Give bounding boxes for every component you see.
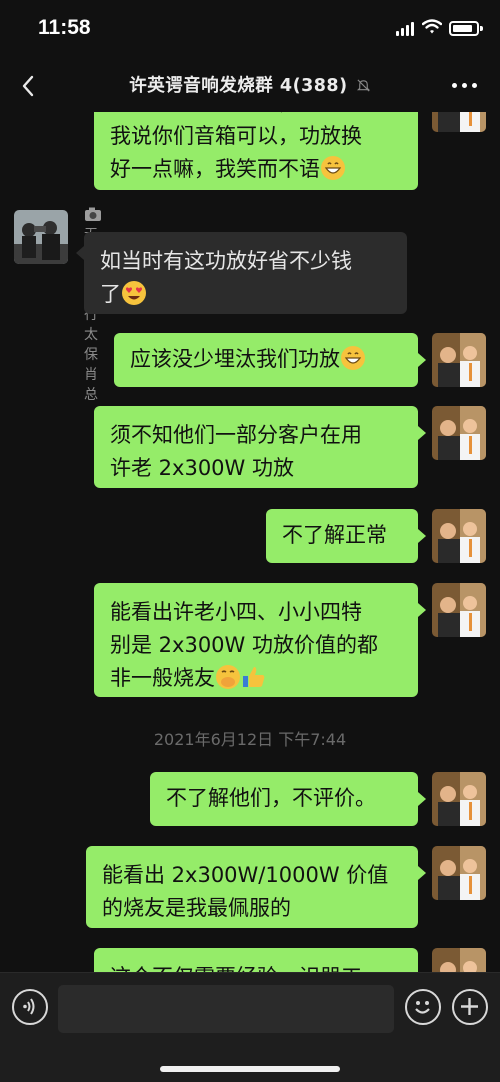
message-line: 我说你们音箱可以，功放换 bbox=[110, 124, 362, 148]
status-bar: 11:58 bbox=[0, 0, 500, 60]
message-timestamp: 2021年6月12日 下午7:44 bbox=[153, 730, 347, 749]
message-bubble[interactable]: 不了解他们，不评价。 bbox=[150, 772, 418, 826]
thumbs-up-icon bbox=[243, 667, 265, 687]
message-line: 许老 2x300W 功放 bbox=[110, 456, 294, 480]
message-bubble[interactable]: 能看出 2x300W/1000W 价值 的烧友是我最佩服的 bbox=[86, 846, 418, 928]
message-bubble[interactable]: 这个不仅需要经验，识器工 bbox=[94, 948, 418, 972]
message-input[interactable] bbox=[58, 985, 394, 1033]
message-line: 别是 2x300W 功放价值的都 bbox=[110, 633, 378, 657]
emoji-icon bbox=[415, 1001, 430, 1014]
self-avatar[interactable] bbox=[432, 846, 486, 900]
message-line: 应该没少埋汰我们功放 bbox=[130, 347, 340, 371]
message-line: 的烧友是我最佩服的 bbox=[102, 896, 291, 920]
message-bubble[interactable]: 许大多很高兴大走，也被跟 我说你们音箱可以，功放换 好一点嘛，我笑而不语 bbox=[94, 112, 418, 190]
self-avatar[interactable] bbox=[432, 583, 486, 637]
message-line: 好一点嘛，我笑而不语 bbox=[110, 157, 320, 181]
self-avatar[interactable] bbox=[432, 333, 486, 387]
message-line: 这个不仅需要经验，识器工 bbox=[110, 961, 402, 972]
bubble-tail bbox=[418, 529, 426, 543]
message-line: 了 bbox=[100, 282, 121, 306]
battery-icon bbox=[449, 21, 483, 36]
voice-icon bbox=[23, 998, 35, 1015]
home-indicator bbox=[160, 1066, 340, 1072]
grinning-face-icon bbox=[341, 346, 365, 370]
chat-header: 许英谔音响发烧群 4(388) bbox=[0, 60, 500, 112]
message-line: 不了解正常 bbox=[282, 523, 387, 547]
message-line: 不了解他们，不评价。 bbox=[166, 786, 376, 810]
sender-avatar[interactable] bbox=[14, 210, 68, 264]
plus-button[interactable] bbox=[452, 989, 488, 1025]
wifi-icon bbox=[422, 19, 442, 34]
chat-title-wrap[interactable]: 许英谔音响发烧群 4(388) bbox=[0, 72, 500, 97]
message-list[interactable]: 许大多很高兴大走，也被跟 我说你们音箱可以，功放换 好一点嘛，我笑而不语 无相机… bbox=[0, 112, 500, 972]
more-icon[interactable] bbox=[452, 83, 478, 89]
grinning-face-icon bbox=[321, 156, 345, 180]
message-bubble[interactable]: 如当时有这功放好省不少钱 了 bbox=[84, 232, 407, 314]
voice-button[interactable] bbox=[12, 989, 48, 1025]
self-avatar[interactable] bbox=[432, 112, 486, 132]
message-bubble[interactable]: 不了解正常 bbox=[266, 509, 418, 563]
heart-eyes-face-icon bbox=[122, 281, 146, 305]
message-bubble[interactable]: 须不知他们一部分客户在用 许老 2x300W 功放 bbox=[94, 406, 418, 488]
self-avatar[interactable] bbox=[432, 509, 486, 563]
mute-icon bbox=[356, 78, 370, 92]
cellular-signal-icon bbox=[396, 22, 416, 36]
self-avatar[interactable] bbox=[432, 772, 486, 826]
bubble-tail bbox=[418, 792, 426, 806]
status-time: 11:58 bbox=[38, 16, 91, 39]
bubble-tail bbox=[418, 603, 426, 617]
bubble-tail bbox=[418, 426, 426, 440]
message-line: 许大多很高兴大走，也被跟 bbox=[110, 112, 402, 120]
hand-over-mouth-icon bbox=[216, 665, 240, 689]
chat-title: 许英谔音响发烧群 4(388) bbox=[129, 76, 348, 96]
message-line: 如当时有这功放好省不少钱 bbox=[100, 249, 352, 273]
bubble-tail bbox=[418, 353, 426, 367]
bubble-tail bbox=[418, 866, 426, 880]
message-bubble[interactable]: 应该没少埋汰我们功放 bbox=[114, 333, 418, 387]
message-line: 非一般烧友 bbox=[110, 666, 215, 690]
bubble-tail bbox=[76, 246, 84, 260]
emoji-button[interactable] bbox=[405, 989, 441, 1025]
message-line: 须不知他们一部分客户在用 bbox=[110, 423, 362, 447]
message-line: 能看出 2x300W/1000W 价值 bbox=[102, 863, 389, 887]
message-line: 能看出许老小四、小小四特 bbox=[110, 600, 362, 624]
self-avatar[interactable] bbox=[432, 948, 486, 972]
plus-icon bbox=[461, 998, 478, 1015]
message-bubble[interactable]: 能看出许老小四、小小四特 别是 2x300W 功放价值的都 非一般烧友 bbox=[94, 583, 418, 697]
self-avatar[interactable] bbox=[432, 406, 486, 460]
camera-icon bbox=[85, 207, 101, 221]
